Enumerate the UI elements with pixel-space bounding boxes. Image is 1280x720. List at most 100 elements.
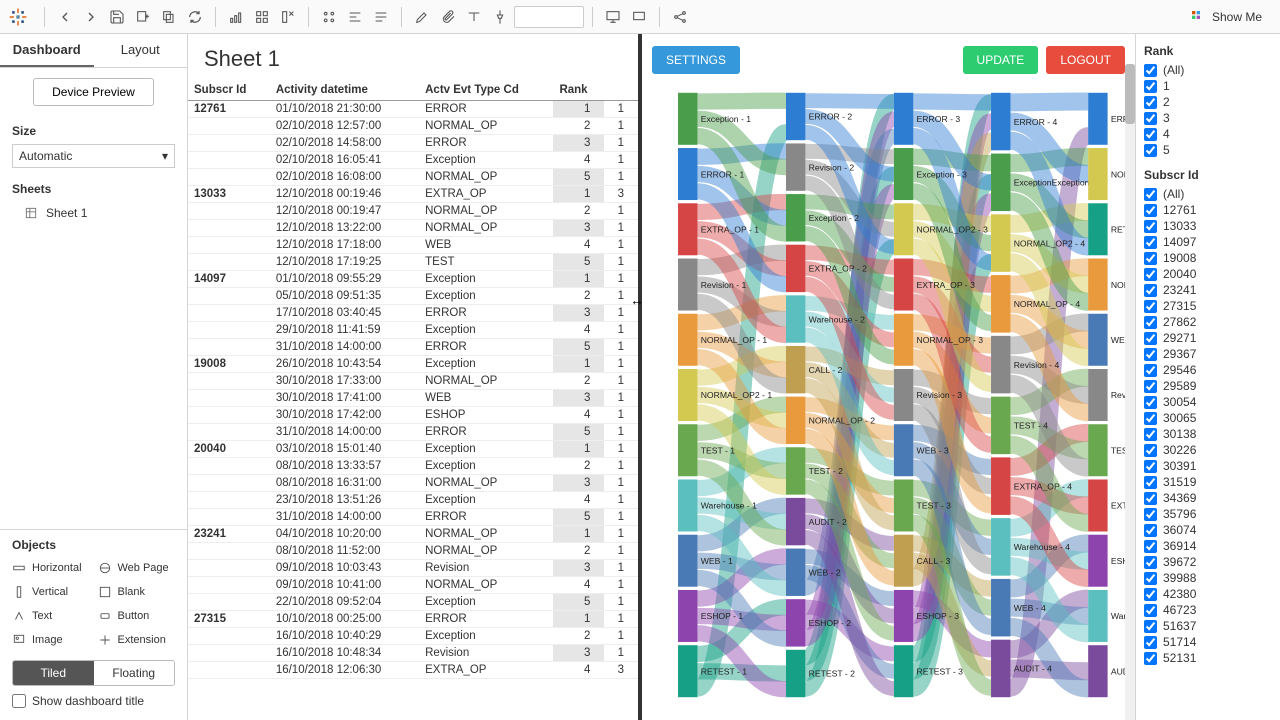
- sankey-node[interactable]: [678, 259, 697, 311]
- sankey-node[interactable]: [991, 214, 1010, 272]
- filter-item[interactable]: 42380: [1144, 586, 1272, 602]
- sankey-node[interactable]: [678, 479, 697, 531]
- sankey-node[interactable]: [786, 447, 805, 494]
- filter-item[interactable]: 23241: [1144, 282, 1272, 298]
- sankey-node[interactable]: [894, 424, 913, 476]
- object-blank[interactable]: Blank: [98, 582, 176, 602]
- col-header[interactable]: [604, 80, 638, 101]
- sankey-node[interactable]: [991, 275, 1010, 333]
- sankey-chart[interactable]: Exception - 1ERROR - 1EXTRA_OP - 1Revisi…: [652, 82, 1125, 708]
- table-row[interactable]: 02/10/2018 16:08:00NORMAL_OP51: [188, 169, 638, 186]
- sankey-node[interactable]: [786, 650, 805, 697]
- table-row[interactable]: 12/10/2018 13:22:00NORMAL_OP31: [188, 220, 638, 237]
- sankey-node[interactable]: [894, 93, 913, 145]
- sankey-flow[interactable]: [913, 101, 991, 102]
- sankey-node[interactable]: [991, 93, 1010, 151]
- duplicate-icon[interactable]: [157, 5, 181, 29]
- sankey-node[interactable]: [894, 590, 913, 642]
- refresh-icon[interactable]: [183, 5, 207, 29]
- sankey-flow[interactable]: [805, 101, 894, 102]
- col-header[interactable]: Subscr Id: [188, 80, 270, 101]
- sankey-node[interactable]: [678, 148, 697, 200]
- filter-item[interactable]: 52131: [1144, 650, 1272, 666]
- table-row[interactable]: 09/10/2018 10:03:43Revision31: [188, 560, 638, 577]
- sankey-node[interactable]: [1088, 535, 1107, 587]
- filter-item[interactable]: 36074: [1144, 522, 1272, 538]
- totals-icon[interactable]: [317, 5, 341, 29]
- sort-asc-icon[interactable]: [250, 5, 274, 29]
- table-row[interactable]: 30/10/2018 17:33:00NORMAL_OP21: [188, 373, 638, 390]
- sankey-node[interactable]: [1088, 645, 1107, 697]
- filter-item[interactable]: 29546: [1144, 362, 1272, 378]
- table-row[interactable]: 1303312/10/2018 00:19:46EXTRA_OP13: [188, 186, 638, 203]
- object-web-page[interactable]: Web Page: [98, 558, 176, 578]
- text-icon[interactable]: [462, 5, 486, 29]
- sankey-node[interactable]: [991, 336, 1010, 394]
- sankey-node[interactable]: [786, 346, 805, 393]
- tile-mode-segment[interactable]: Tiled Floating: [12, 660, 175, 686]
- sankey-node[interactable]: [678, 203, 697, 255]
- table-row[interactable]: 2004003/10/2018 15:01:40Exception11: [188, 441, 638, 458]
- filter-item[interactable]: 12761: [1144, 202, 1272, 218]
- table-row[interactable]: 1276101/10/2018 21:30:00ERROR11: [188, 101, 638, 118]
- sankey-node[interactable]: [894, 535, 913, 587]
- sankey-node[interactable]: [894, 148, 913, 200]
- sankey-node[interactable]: [678, 93, 697, 145]
- show-me-button[interactable]: Show Me: [1180, 5, 1272, 29]
- filter-item[interactable]: 35796: [1144, 506, 1272, 522]
- sankey-node[interactable]: [678, 314, 697, 366]
- pin-icon[interactable]: [488, 5, 512, 29]
- filter-item[interactable]: 29589: [1144, 378, 1272, 394]
- object-button[interactable]: Button: [98, 606, 176, 626]
- settings-button[interactable]: SETTINGS: [652, 46, 740, 74]
- share-icon[interactable]: [668, 5, 692, 29]
- table-row[interactable]: 1900826/10/2018 10:43:54Exception11: [188, 356, 638, 373]
- filter-item[interactable]: 51637: [1144, 618, 1272, 634]
- sankey-node[interactable]: [991, 457, 1010, 515]
- sankey-node[interactable]: [786, 549, 805, 596]
- table-row[interactable]: 08/10/2018 13:33:57Exception21: [188, 458, 638, 475]
- show-title-checkbox[interactable]: Show dashboard title: [12, 686, 175, 712]
- sankey-node[interactable]: [1088, 203, 1107, 255]
- sankey-node[interactable]: [786, 245, 805, 292]
- sankey-node[interactable]: [786, 599, 805, 646]
- sankey-node[interactable]: [1088, 479, 1107, 531]
- filter-item[interactable]: 5: [1144, 142, 1272, 158]
- table-row[interactable]: 2324104/10/2018 10:20:00NORMAL_OP11: [188, 526, 638, 543]
- filter-item[interactable]: 4: [1144, 126, 1272, 142]
- filter-item[interactable]: (All): [1144, 186, 1272, 202]
- filter-item[interactable]: 51714: [1144, 634, 1272, 650]
- sheet-item[interactable]: Sheet 1: [12, 202, 175, 224]
- table-row[interactable]: 16/10/2018 12:06:30EXTRA_OP43: [188, 662, 638, 679]
- table-row[interactable]: 31/10/2018 14:00:00ERROR51: [188, 339, 638, 356]
- logout-button[interactable]: LOGOUT: [1046, 46, 1125, 74]
- table-row[interactable]: 31/10/2018 14:00:00ERROR51: [188, 509, 638, 526]
- sankey-node[interactable]: [991, 640, 1010, 698]
- table-row[interactable]: 12/10/2018 17:18:00WEB41: [188, 237, 638, 254]
- sort-desc-icon[interactable]: [276, 5, 300, 29]
- sankey-node[interactable]: [1088, 590, 1107, 642]
- sankey-flow[interactable]: [697, 101, 786, 102]
- filter-item[interactable]: 2: [1144, 94, 1272, 110]
- filter-item[interactable]: 30054: [1144, 394, 1272, 410]
- filter-item[interactable]: 31519: [1144, 474, 1272, 490]
- sankey-node[interactable]: [678, 535, 697, 587]
- sankey-node[interactable]: [991, 397, 1010, 455]
- table-row[interactable]: 29/10/2018 11:41:59Exception41: [188, 322, 638, 339]
- filter-item[interactable]: 27315: [1144, 298, 1272, 314]
- fit-icon[interactable]: [343, 5, 367, 29]
- filter-item[interactable]: 30065: [1144, 410, 1272, 426]
- sankey-node[interactable]: [894, 203, 913, 255]
- forward-icon[interactable]: [79, 5, 103, 29]
- toolbar-search[interactable]: [514, 6, 584, 28]
- sankey-node[interactable]: [894, 645, 913, 697]
- filter-item[interactable]: 27862: [1144, 314, 1272, 330]
- attach-icon[interactable]: [436, 5, 460, 29]
- filter-item[interactable]: 30138: [1144, 426, 1272, 442]
- swap-icon[interactable]: [224, 5, 248, 29]
- table-row[interactable]: 12/10/2018 00:19:47NORMAL_OP21: [188, 203, 638, 220]
- filter-item[interactable]: 20040: [1144, 266, 1272, 282]
- filter-item[interactable]: 29367: [1144, 346, 1272, 362]
- sankey-node[interactable]: [678, 590, 697, 642]
- object-vertical[interactable]: Vertical: [12, 582, 90, 602]
